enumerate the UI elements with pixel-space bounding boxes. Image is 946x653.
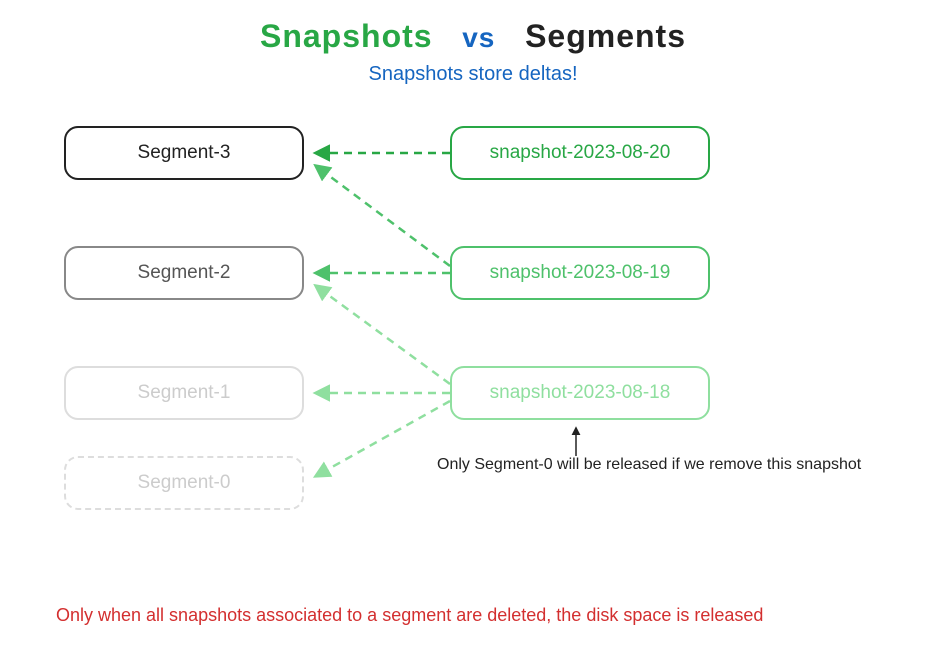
segment-3-box: Segment-3 bbox=[64, 126, 304, 180]
title-word-segments: Segments bbox=[525, 18, 686, 54]
segment-1-label: Segment-1 bbox=[138, 382, 231, 404]
segment-3-label: Segment-3 bbox=[138, 142, 231, 164]
segment-2-label: Segment-2 bbox=[138, 262, 231, 284]
snapshot-19-box: snapshot-2023-08-19 bbox=[450, 246, 710, 300]
snapshot-19-label: snapshot-2023-08-19 bbox=[490, 262, 671, 284]
diagram-subtitle: Snapshots store deltas! bbox=[0, 63, 946, 86]
annotation-text: Only Segment-0 will be released if we re… bbox=[437, 456, 861, 474]
footer-note: Only when all snapshots associated to a … bbox=[56, 605, 763, 626]
diagram-title: Snapshots vs Segments bbox=[0, 0, 946, 55]
diagram-canvas: Segment-3 Segment-2 Segment-1 Segment-0 … bbox=[0, 86, 946, 586]
snapshot-18-label: snapshot-2023-08-18 bbox=[490, 382, 671, 404]
segment-2-box: Segment-2 bbox=[64, 246, 304, 300]
snapshot-18-box: snapshot-2023-08-18 bbox=[450, 366, 710, 420]
segment-0-label: Segment-0 bbox=[138, 472, 231, 494]
snapshot-20-label: snapshot-2023-08-20 bbox=[490, 142, 671, 164]
snapshot-20-box: snapshot-2023-08-20 bbox=[450, 126, 710, 180]
segment-0-box: Segment-0 bbox=[64, 456, 304, 510]
segment-1-box: Segment-1 bbox=[64, 366, 304, 420]
title-word-vs: vs bbox=[462, 22, 495, 53]
title-word-snapshots: Snapshots bbox=[260, 18, 433, 54]
